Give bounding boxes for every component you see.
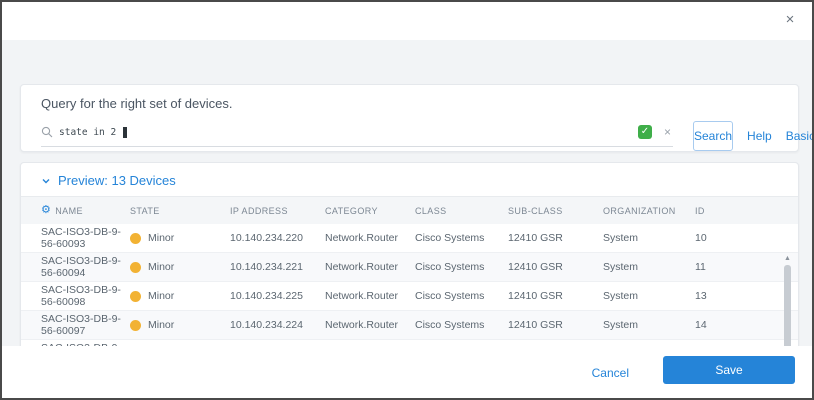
table-row[interactable]: SAC-ISO3-DB-9-56-60094 Minor 10.140.234.22…	[21, 253, 798, 282]
cell-class: Cisco Systems	[415, 232, 485, 244]
column-header-category[interactable]: CATEGORY	[325, 206, 415, 216]
column-header-organization[interactable]: ORGANIZATION	[603, 206, 695, 216]
cell-subclass: 12410 GSR	[508, 261, 563, 273]
cell-category: Network.Router	[325, 232, 398, 244]
cell-state: Minor	[130, 319, 230, 331]
search-row: state in 2 ✓ × Search Help Basic	[41, 121, 812, 151]
text-cursor	[123, 126, 128, 138]
table-row[interactable]: SAC-ISO3-DB-9-56-60093 Minor 10.140.234.22…	[21, 224, 798, 253]
table-header-row: ⚙ NAME STATE IP ADDRESS CATEGORY CLASS SUB-CLA…	[21, 197, 798, 224]
device-table: ⚙ NAME STATE IP ADDRESS CATEGORY CLASS SUB-CLA…	[21, 197, 798, 387]
cell-id: 10	[695, 232, 707, 244]
cell-state: Minor	[130, 261, 230, 273]
preview-header[interactable]: Preview: 13 Devices	[21, 163, 798, 197]
column-header-state[interactable]: STATE	[130, 206, 230, 216]
cell-id: 11	[695, 261, 706, 273]
cell-category: Network.Router	[325, 261, 398, 273]
state-minor-dot-icon	[130, 319, 141, 331]
column-header-ip[interactable]: IP ADDRESS	[230, 206, 325, 216]
close-icon[interactable]: ×	[782, 12, 798, 28]
chevron-down-icon	[42, 178, 50, 183]
dialog-footer: Cancel Save	[2, 346, 812, 398]
cell-subclass: 12410 GSR	[508, 290, 563, 302]
cell-organization: System	[603, 232, 639, 244]
state-minor-dot-icon	[130, 232, 141, 244]
query-search-input[interactable]: state in 2 ✓ ×	[41, 125, 673, 147]
cell-name: SAC-ISO3-DB-9-56-60093	[41, 226, 121, 250]
cell-class: Cisco Systems	[415, 290, 485, 302]
column-settings-gear-icon[interactable]: ⚙	[41, 205, 51, 216]
cell-organization: System	[603, 319, 639, 331]
column-header-subclass[interactable]: SUB-CLASS	[508, 206, 603, 216]
search-button[interactable]: Search	[693, 121, 734, 151]
cell-organization: System	[603, 290, 639, 302]
scroll-up-icon[interactable]: ▲	[783, 255, 792, 262]
cell-id: 14	[695, 319, 707, 331]
column-header-id[interactable]: ID	[695, 206, 778, 216]
state-minor-dot-icon	[130, 290, 141, 302]
cell-state: Minor	[130, 232, 230, 244]
cell-name: SAC-ISO3-DB-9-56-60094	[41, 255, 121, 279]
cell-class: Cisco Systems	[415, 319, 485, 331]
cell-category: Network.Router	[325, 319, 398, 331]
query-valid-checkbox[interactable]: ✓	[637, 125, 652, 139]
cell-state: Minor	[130, 290, 230, 302]
search-icon	[41, 126, 53, 138]
query-title: Query for the right set of devices.	[41, 96, 233, 111]
cell-organization: System	[603, 261, 639, 273]
cell-subclass: 12410 GSR	[508, 232, 563, 244]
cell-ip: 10.140.234.225	[230, 290, 303, 302]
state-minor-dot-icon	[130, 261, 141, 273]
help-link[interactable]: Help	[747, 129, 772, 143]
cell-ip: 10.140.234.220	[230, 232, 303, 244]
table-row[interactable]: SAC-ISO3-DB-9-56-60098 Minor 10.140.234.22…	[21, 282, 798, 311]
save-button[interactable]: Save	[663, 356, 795, 384]
cell-class: Cisco Systems	[415, 261, 485, 273]
clear-query-icon[interactable]: ×	[664, 126, 671, 138]
search-query-text: state in 2	[59, 126, 117, 138]
table-row[interactable]: SAC-ISO3-DB-9-56-60097 Minor 10.140.234.22…	[21, 311, 798, 340]
cell-category: Network.Router	[325, 290, 398, 302]
preview-title: Preview: 13 Devices	[58, 173, 176, 188]
device-query-dialog: × Query for the right set of devices. st…	[0, 0, 814, 400]
basic-link[interactable]: Basic	[786, 129, 812, 143]
cell-ip: 10.140.234.221	[230, 261, 303, 273]
dialog-body: Query for the right set of devices. stat…	[2, 40, 812, 387]
column-header-class[interactable]: CLASS	[415, 206, 508, 216]
cell-name: SAC-ISO3-DB-9-56-60097	[41, 313, 121, 337]
cell-subclass: 12410 GSR	[508, 319, 563, 331]
column-header-name[interactable]: ⚙ NAME	[41, 205, 130, 216]
cell-id: 13	[695, 290, 707, 302]
cancel-button[interactable]: Cancel	[592, 366, 629, 380]
cell-name: SAC-ISO3-DB-9-56-60098	[41, 284, 121, 308]
query-card: Query for the right set of devices. stat…	[20, 84, 812, 152]
cell-ip: 10.140.234.224	[230, 319, 303, 331]
